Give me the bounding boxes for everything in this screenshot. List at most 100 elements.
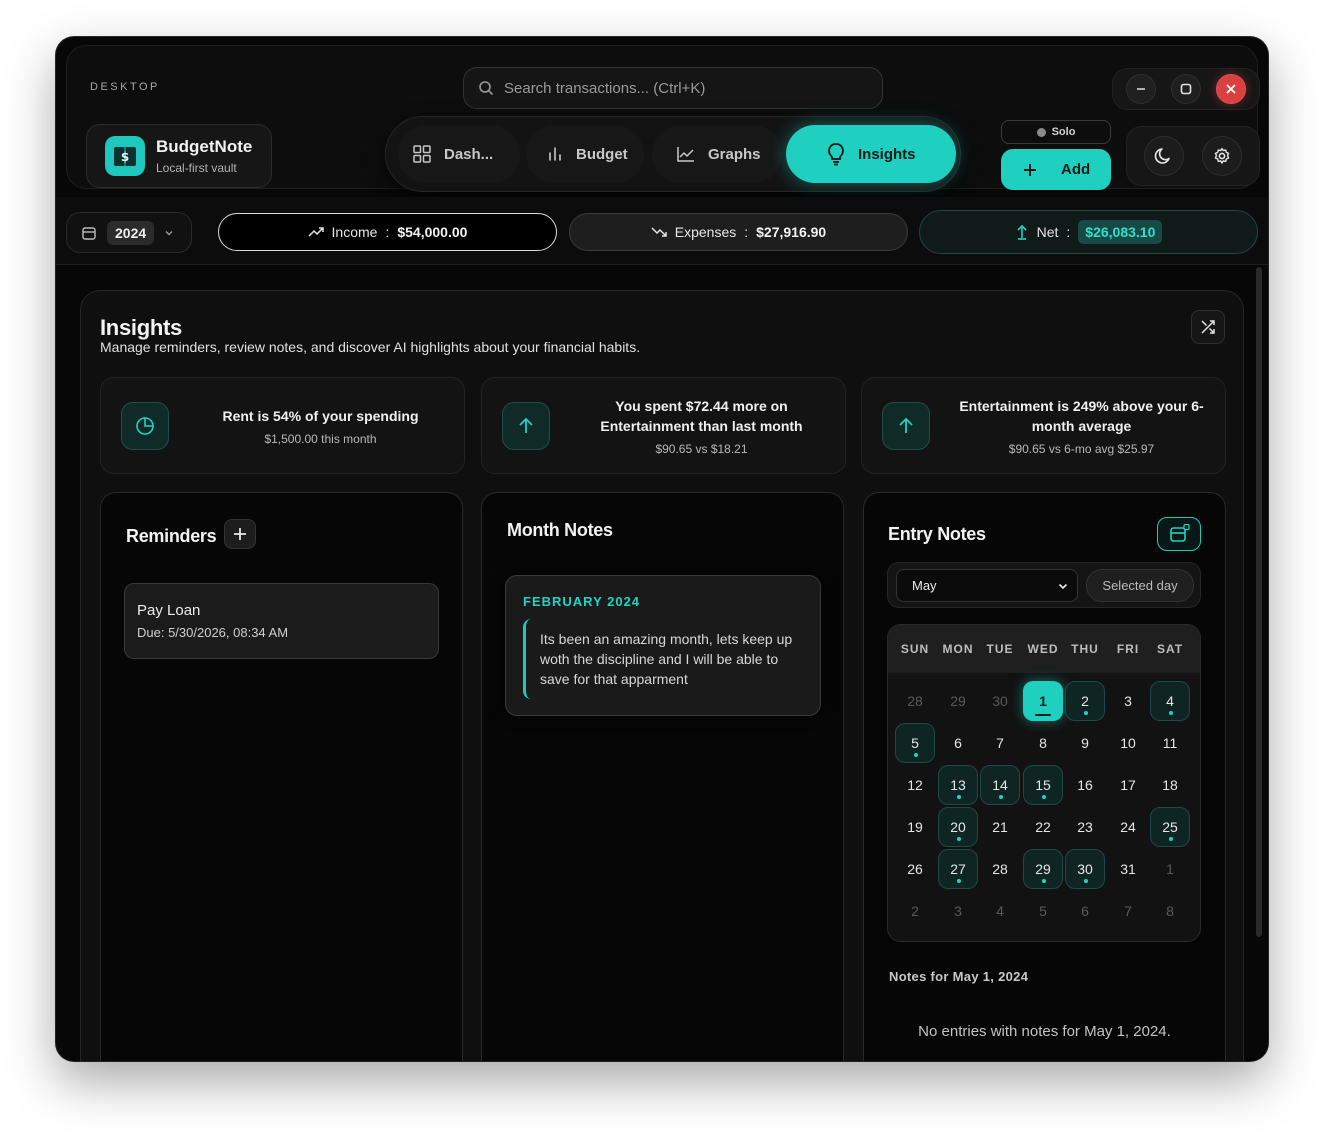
tab-dashboard-label: Dash... xyxy=(444,145,494,163)
scrollbar[interactable] xyxy=(1256,267,1262,937)
reminder-item[interactable]: Pay Loan Due: 5/30/2026, 08:34 AM xyxy=(124,583,439,659)
insight-card: Rent is 54% of your spending $1,500.00 t… xyxy=(100,377,465,474)
shuffle-icon xyxy=(1201,320,1215,334)
month-notes-card: Month Notes FEBRUARY 2024 Its been an am… xyxy=(481,492,844,1061)
minimize-button[interactable] xyxy=(1126,74,1157,104)
svg-text:$: $ xyxy=(121,150,129,164)
pie-chart-icon xyxy=(136,417,154,435)
close-icon xyxy=(1226,84,1236,94)
calendar-day[interactable]: 21 xyxy=(980,807,1020,847)
mode-badge[interactable]: Solo xyxy=(1001,120,1111,144)
month-select-value: May xyxy=(912,578,937,593)
calendar-day[interactable]: 4 xyxy=(1150,681,1190,721)
calendar-day: 7 xyxy=(1124,903,1132,919)
calendar-day[interactable]: 6 xyxy=(938,723,978,763)
weekday-label: THU xyxy=(1071,642,1099,656)
weekday-label: FRI xyxy=(1116,642,1140,656)
maximize-button[interactable] xyxy=(1170,74,1201,104)
reminders-title: Reminders xyxy=(126,526,217,546)
page-title: Insights xyxy=(100,315,182,340)
app-name: BudgetNote xyxy=(156,137,253,156)
calendar-day[interactable]: 23 xyxy=(1065,807,1105,847)
search-input[interactable]: Search transactions... (Ctrl+K) xyxy=(463,67,883,109)
calendar-day: 29 xyxy=(950,693,966,709)
calendar-day[interactable]: 13 xyxy=(938,765,978,805)
calendar-day: 6 xyxy=(1081,903,1089,919)
weekday-label: SAT xyxy=(1156,642,1184,656)
chevron-down-icon xyxy=(165,230,173,235)
expenses-pill[interactable]: Expenses : $27,916.90 xyxy=(569,213,908,251)
year-value: 2024 xyxy=(107,220,155,245)
add-reminder-button[interactable] xyxy=(224,519,256,549)
calendar-day[interactable]: 7 xyxy=(980,723,1020,763)
calendar-day[interactable]: 28 xyxy=(980,849,1020,889)
tab-budget[interactable]: Budget xyxy=(526,125,644,183)
calendar-day: 2 xyxy=(911,903,919,919)
calendar-day[interactable]: 30 xyxy=(1065,849,1105,889)
calendar-day[interactable]: 15 xyxy=(1023,765,1063,805)
calendar-day[interactable]: 1 xyxy=(1023,681,1063,721)
reminder-due: Due: 5/30/2026, 08:34 AM xyxy=(137,625,289,640)
year-selector[interactable]: 2024 xyxy=(66,212,192,253)
insights-panel: Insights Manage reminders, review notes,… xyxy=(80,290,1244,1061)
selected-day-button[interactable]: Selected day xyxy=(1086,569,1194,602)
insight-detail: $90.65 vs $18.21 xyxy=(655,441,748,456)
calendar-day[interactable]: 24 xyxy=(1108,807,1148,847)
weekday-label: TUE xyxy=(986,642,1014,656)
calendar-day[interactable]: 19 xyxy=(895,807,935,847)
entry-notes-title: Entry Notes xyxy=(888,524,986,544)
calendar-day[interactable]: 22 xyxy=(1023,807,1063,847)
insight-icon-box xyxy=(882,402,930,450)
status-dot xyxy=(1036,127,1046,137)
insight-detail: $90.65 vs 6-mo avg $25.97 xyxy=(1008,441,1155,456)
shuffle-button[interactable] xyxy=(1191,310,1225,344)
search-placeholder: Search transactions... (Ctrl+K) xyxy=(504,79,706,97)
settings-button[interactable] xyxy=(1202,136,1242,176)
income-separator: : xyxy=(385,224,390,240)
expenses-value: $27,916.90 xyxy=(756,224,827,240)
tab-dashboard[interactable]: Dash... xyxy=(398,125,520,183)
calendar-day[interactable]: 12 xyxy=(895,765,935,805)
calendar-day[interactable]: 17 xyxy=(1108,765,1148,805)
app-window: DESKTOP Search transactions... (Ctrl+K) … xyxy=(56,37,1268,1061)
arrow-up-icon xyxy=(1017,224,1027,240)
net-pill[interactable]: Net : $26,083.10 xyxy=(919,210,1258,254)
reminders-card: Reminders Pay Loan Due: 5/30/2026, 08:34… xyxy=(100,492,463,1061)
month-select[interactable]: May xyxy=(896,569,1078,602)
calendar-day[interactable]: 26 xyxy=(895,849,935,889)
calendar-day[interactable]: 10 xyxy=(1108,723,1148,763)
income-pill[interactable]: Income : $54,000.00 xyxy=(218,213,557,251)
tab-graphs-label: Graphs xyxy=(708,145,761,163)
calendar-day[interactable]: 9 xyxy=(1065,723,1105,763)
entry-notes-card: Entry Notes May Selected day SUN MON TUE WE… xyxy=(863,492,1226,1061)
close-button[interactable] xyxy=(1215,74,1246,104)
calendar-day[interactable]: 11 xyxy=(1150,723,1190,763)
calendar-day[interactable]: 27 xyxy=(938,849,978,889)
calendar-icon xyxy=(82,226,96,240)
tab-insights[interactable]: Insights xyxy=(786,125,956,183)
calendar-day[interactable]: 8 xyxy=(1023,723,1063,763)
search-icon xyxy=(479,81,493,95)
plus-icon xyxy=(234,528,246,540)
calendar-day[interactable]: 14 xyxy=(980,765,1020,805)
mode-badge-label: Solo xyxy=(1051,126,1076,138)
add-button[interactable]: Add xyxy=(1001,149,1111,190)
calendar-day[interactable]: 31 xyxy=(1108,849,1148,889)
calendar-day[interactable]: 20 xyxy=(938,807,978,847)
calendar-day[interactable]: 25 xyxy=(1150,807,1190,847)
calendar-day: 4 xyxy=(996,903,1004,919)
theme-toggle-button[interactable] xyxy=(1144,136,1184,176)
calendar-day[interactable]: 18 xyxy=(1150,765,1190,805)
tab-graphs[interactable]: Graphs xyxy=(652,125,782,183)
calendar-day[interactable]: 29 xyxy=(1023,849,1063,889)
calendar-day[interactable]: 2 xyxy=(1065,681,1105,721)
net-value: $26,083.10 xyxy=(1078,220,1163,244)
net-separator: : xyxy=(1066,224,1071,240)
calendar-day[interactable]: 16 xyxy=(1065,765,1105,805)
insight-icon-box xyxy=(121,402,169,450)
calendar-day[interactable]: 5 xyxy=(895,723,935,763)
calendar-day[interactable]: 3 xyxy=(1108,681,1148,721)
insight-card: You spent $72.44 more on Entertainment t… xyxy=(481,377,846,474)
calendar-toggle-button[interactable] xyxy=(1157,517,1201,551)
month-note-item[interactable]: FEBRUARY 2024 Its been an amazing month,… xyxy=(505,575,821,716)
